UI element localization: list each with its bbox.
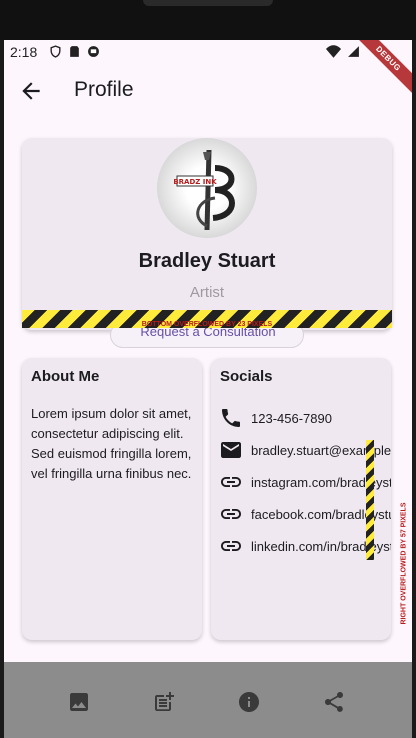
status-left-icons	[49, 45, 100, 58]
arrow-back-icon	[22, 82, 40, 100]
page-title: Profile	[74, 78, 134, 101]
app-bar: Profile	[4, 66, 412, 116]
info-icon	[239, 692, 259, 712]
status-bar: 2:18 DEBUG	[4, 40, 412, 100]
camera-notch	[143, 0, 273, 6]
about-text: Lorem ipsum dolor sit amet, consectetur …	[31, 406, 192, 481]
overflow-warning-right-text: RIGHT OVERFLOWED BY 57 PIXELS	[400, 502, 408, 625]
phone-icon	[222, 409, 240, 427]
overflow-warning-text: BOTTOM OVERFLOWED BY 23 PIXELS	[141, 321, 273, 328]
status-time: 2:18	[10, 44, 38, 60]
social-text: 123-456-7890	[251, 410, 332, 426]
app-screen: 2:18 DEBUG Profile BRADZ INK Bradley Stu…	[4, 40, 412, 738]
overflow-warning-right	[366, 440, 374, 560]
social-phone[interactable]: 123-456-7890	[219, 406, 332, 430]
bradz-ink-logo: BRADZ INK	[173, 149, 235, 231]
shield-icon	[49, 45, 62, 58]
link-icon	[221, 477, 241, 487]
about-card: About Me Lorem ipsum dolor sit amet, con…	[22, 358, 202, 640]
wifi-icon	[326, 45, 341, 61]
share-icon	[325, 692, 343, 712]
nav-image-button[interactable]	[67, 690, 91, 714]
overflow-warning-bottom: BOTTOM OVERFLOWED BY 23 PIXELS	[22, 310, 392, 328]
sd-card-icon	[68, 45, 81, 58]
status-right-icons	[326, 45, 360, 61]
link-icon	[221, 509, 241, 519]
socials-title: Socials	[220, 368, 273, 385]
back-button[interactable]	[18, 78, 44, 104]
nav-info-button[interactable]	[237, 690, 261, 714]
signal-icon	[347, 45, 360, 61]
avatar: BRADZ INK	[157, 138, 257, 238]
app-status-icon	[87, 45, 100, 58]
link-icon	[221, 541, 241, 551]
bottom-navigation	[4, 662, 412, 738]
socials-card: Socials 123-456-7890 bradley.stuart@exam…	[211, 358, 391, 640]
svg-text:BRADZ INK: BRADZ INK	[173, 178, 217, 186]
about-title: About Me	[31, 368, 100, 385]
post-add-icon	[155, 692, 174, 711]
profile-name: Bradley Stuart	[138, 250, 276, 272]
profile-card: BRADZ INK Bradley Stuart Artist	[22, 138, 392, 330]
device-frame-top	[0, 0, 416, 40]
profile-role: Artist	[189, 284, 225, 301]
nav-post-button[interactable]	[152, 690, 176, 714]
email-icon	[221, 442, 241, 458]
image-icon	[70, 693, 88, 711]
nav-share-button[interactable]	[322, 690, 346, 714]
